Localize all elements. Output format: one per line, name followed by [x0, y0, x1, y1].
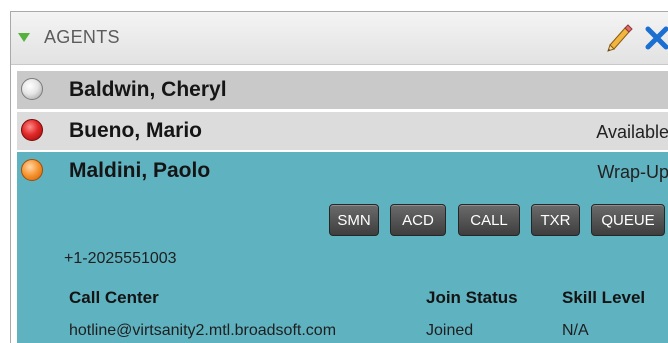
- call-center-address: hotline@virtsanity2.mtl.broadsoft.com: [69, 322, 337, 339]
- column-header-skill-level: Skill Level: [562, 288, 646, 307]
- acd-button[interactable]: ACD: [390, 204, 446, 236]
- close-x-icon[interactable]: [644, 24, 668, 52]
- agent-name: Bueno, Mario: [69, 119, 203, 142]
- agents-panel: AGENTS Baldwin, Cheryl Bueno, Mario Avai…: [10, 11, 668, 343]
- queue-button[interactable]: QUEUE: [591, 204, 665, 236]
- join-status-value[interactable]: Joined: [426, 322, 473, 340]
- status-indicator-icon: [21, 78, 43, 100]
- column-header-call-center: Call Center: [69, 288, 159, 307]
- agents-panel-header[interactable]: AGENTS: [11, 12, 668, 65]
- agent-name: Maldini, Paolo: [69, 159, 211, 182]
- agent-row-bueno[interactable]: Bueno, Mario Available: [17, 112, 668, 150]
- agent-status: Available: [596, 122, 668, 142]
- edit-pencil-icon[interactable]: [604, 23, 634, 53]
- skill-level-value: N/A: [562, 322, 589, 339]
- agent-row-maldini-expanded[interactable]: Maldini, Paolo Wrap-Up SMN ACD CALL TXR …: [17, 152, 668, 343]
- column-header-join-status: Join Status: [426, 288, 518, 307]
- agent-phone-number: +1-2025551003: [64, 250, 177, 267]
- call-button[interactable]: CALL: [458, 204, 520, 236]
- agent-row-baldwin[interactable]: Baldwin, Cheryl: [17, 71, 668, 109]
- txr-button[interactable]: TXR: [531, 204, 580, 236]
- panel-title: AGENTS: [44, 27, 120, 47]
- agent-name: Baldwin, Cheryl: [69, 78, 227, 101]
- status-indicator-icon: [21, 119, 43, 141]
- agent-status: Wrap-Up: [597, 162, 668, 182]
- status-indicator-icon: [21, 159, 43, 181]
- smn-button[interactable]: SMN: [329, 204, 379, 236]
- collapse-arrow-icon[interactable]: [18, 33, 30, 42]
